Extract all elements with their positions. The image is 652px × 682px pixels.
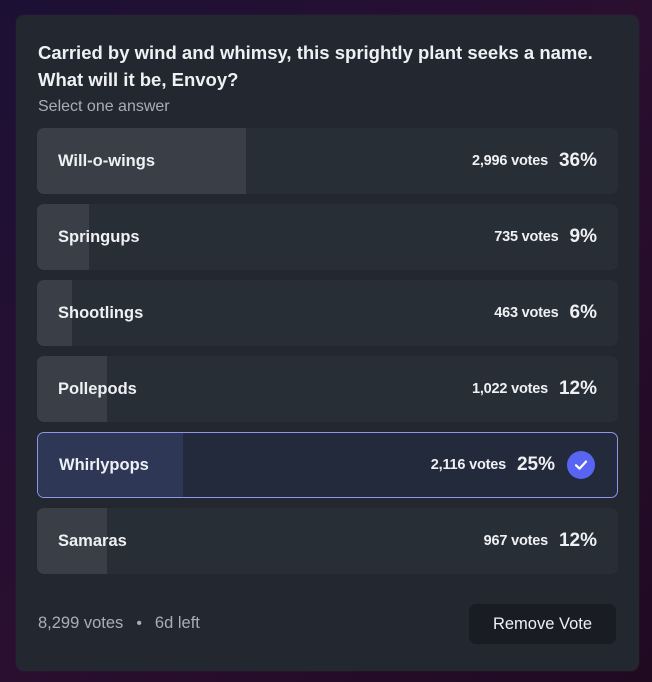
remove-vote-button[interactable]: Remove Vote <box>469 604 616 644</box>
option-percent: 9% <box>569 226 597 247</box>
poll-option[interactable]: Pollepods 1,022 votes 12% <box>37 356 618 422</box>
time-left: 6d left <box>154 614 200 632</box>
option-percent: 12% <box>558 530 597 551</box>
separator-dot: • <box>136 614 142 632</box>
poll-option[interactable]: Shootlings 463 votes 6% <box>37 280 618 346</box>
poll-options: Will-o-wings 2,996 votes 36% Springups 7… <box>37 128 618 584</box>
option-label: Pollepods <box>58 380 137 398</box>
option-vote-count: 1,022 votes <box>471 381 548 397</box>
option-label: Will-o-wings <box>58 152 156 170</box>
poll-option[interactable]: Will-o-wings 2,996 votes 36% <box>37 128 618 194</box>
checkmark-icon <box>567 451 595 479</box>
poll-instruction: Select one answer <box>38 98 170 115</box>
poll-footer: 8,299 votes • 6d left <box>38 614 200 633</box>
option-label: Whirlypops <box>59 456 149 474</box>
option-label: Springups <box>58 228 140 246</box>
poll-option[interactable]: Springups 735 votes 9% <box>37 204 618 270</box>
option-percent: 36% <box>558 150 597 171</box>
poll-question: Carried by wind and whimsy, this spright… <box>38 42 593 90</box>
option-percent: 12% <box>558 378 597 399</box>
poll-option-selected[interactable]: Whirlypops 2,116 votes 25% <box>37 432 618 498</box>
option-vote-count: 2,996 votes <box>471 153 548 169</box>
total-votes: 8,299 votes <box>38 614 124 632</box>
option-percent: 25% <box>516 454 555 475</box>
option-label: Shootlings <box>58 304 144 322</box>
option-vote-count: 735 votes <box>494 229 559 245</box>
option-percent: 6% <box>569 302 597 323</box>
option-label: Samaras <box>58 532 127 550</box>
option-vote-count: 967 votes <box>483 533 549 549</box>
poll-card: Carried by wind and whimsy, this spright… <box>16 15 639 671</box>
poll-option[interactable]: Samaras 967 votes 12% <box>37 508 618 574</box>
option-vote-count: 2,116 votes <box>430 457 506 473</box>
option-vote-count: 463 votes <box>494 305 559 321</box>
